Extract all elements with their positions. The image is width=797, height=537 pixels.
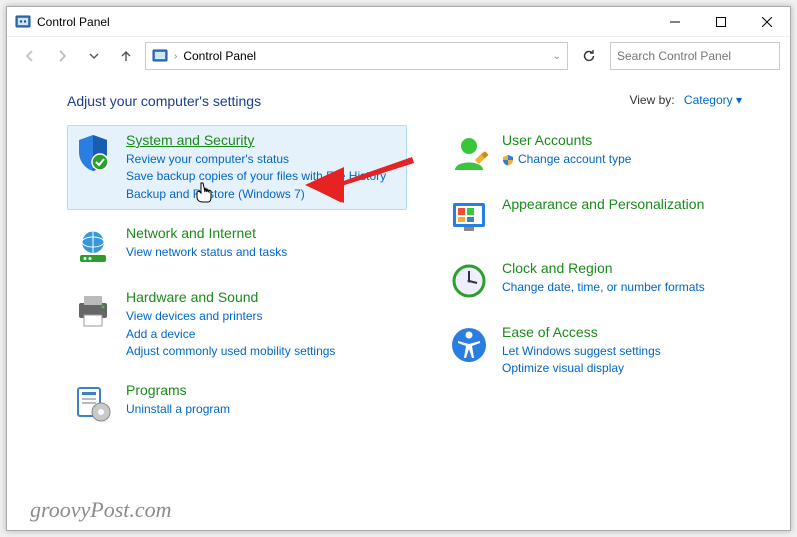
category-title[interactable]: Clock and Region xyxy=(502,260,613,276)
task-link[interactable]: View network status and tasks xyxy=(126,244,400,261)
task-link[interactable]: Change date, time, or number formats xyxy=(502,279,716,296)
task-link[interactable]: Adjust commonly used mobility settings xyxy=(126,343,400,360)
category-column-left: System and Security Review your computer… xyxy=(67,125,407,431)
view-by-control: View by: Category ▾ xyxy=(629,93,742,107)
task-link[interactable]: Add a device xyxy=(126,326,400,343)
category-user-accounts[interactable]: User Accounts Change account type xyxy=(443,125,723,181)
view-by-dropdown[interactable]: Category ▾ xyxy=(684,93,742,107)
forward-button[interactable] xyxy=(49,43,75,69)
printer-icon xyxy=(72,289,114,331)
category-ease-of-access[interactable]: Ease of Access Let Windows suggest setti… xyxy=(443,317,723,385)
arrow-left-icon xyxy=(22,48,38,64)
category-title[interactable]: User Accounts xyxy=(502,132,592,148)
clock-icon xyxy=(448,260,490,302)
control-panel-icon xyxy=(15,14,31,30)
chevron-down-icon[interactable]: ⌄ xyxy=(553,51,561,62)
maximize-icon xyxy=(716,17,726,27)
chevron-down-icon: ▾ xyxy=(736,93,742,107)
category-title[interactable]: Appearance and Personalization xyxy=(502,196,704,212)
chevron-down-icon xyxy=(89,51,99,61)
address-text: Control Panel xyxy=(183,49,546,63)
recent-locations-button[interactable] xyxy=(81,43,107,69)
task-link[interactable]: View devices and printers xyxy=(126,308,400,325)
network-icon xyxy=(72,225,114,267)
category-programs[interactable]: Programs Uninstall a program xyxy=(67,375,407,431)
task-link[interactable]: Uninstall a program xyxy=(126,401,400,418)
arrow-up-icon xyxy=(118,48,134,64)
uac-shield-icon xyxy=(502,154,514,166)
minimize-icon xyxy=(670,17,680,27)
category-hardware-sound[interactable]: Hardware and Sound View devices and prin… xyxy=(67,282,407,367)
category-appearance[interactable]: Appearance and Personalization xyxy=(443,189,723,245)
task-link[interactable]: Let Windows suggest settings xyxy=(502,343,716,360)
task-link[interactable]: Optimize visual display xyxy=(502,360,716,377)
refresh-button[interactable] xyxy=(574,42,604,70)
maximize-button[interactable] xyxy=(698,7,744,37)
window-title: Control Panel xyxy=(37,15,110,29)
category-title[interactable]: Hardware and Sound xyxy=(126,289,258,305)
arrow-right-icon xyxy=(54,48,70,64)
window-frame: Control Panel › Control P xyxy=(6,6,791,531)
close-icon xyxy=(762,17,772,27)
titlebar: Control Panel xyxy=(7,7,790,37)
chevron-right-icon: › xyxy=(174,51,177,62)
back-button[interactable] xyxy=(17,43,43,69)
user-icon xyxy=(448,132,490,174)
refresh-icon xyxy=(581,48,597,64)
category-column-right: User Accounts Change account type xyxy=(443,125,723,431)
task-link[interactable]: Review your computer's status xyxy=(126,151,400,168)
content-area: Adjust your computer's settings View by:… xyxy=(7,75,790,441)
shield-icon xyxy=(72,132,114,174)
category-grid: System and Security Review your computer… xyxy=(67,125,750,431)
category-title[interactable]: Programs xyxy=(126,382,187,398)
task-link[interactable]: Backup and Restore (Windows 7) xyxy=(126,186,400,203)
accessibility-icon xyxy=(448,324,490,366)
category-title[interactable]: System and Security xyxy=(126,132,254,148)
category-network-internet[interactable]: Network and Internet View network status… xyxy=(67,218,407,274)
task-link[interactable]: Change account type xyxy=(502,151,631,168)
address-bar[interactable]: › Control Panel ⌄ xyxy=(145,42,568,70)
view-by-value: Category xyxy=(684,93,733,107)
category-system-security[interactable]: System and Security Review your computer… xyxy=(67,125,407,210)
minimize-button[interactable] xyxy=(652,7,698,37)
category-title[interactable]: Network and Internet xyxy=(126,225,256,241)
task-link[interactable]: Save backup copies of your files with Fi… xyxy=(126,168,400,185)
close-button[interactable] xyxy=(744,7,790,37)
watermark: groovyPost.com xyxy=(30,497,172,523)
search-input[interactable] xyxy=(617,49,772,63)
control-panel-icon xyxy=(152,48,168,64)
view-by-label: View by: xyxy=(629,93,674,107)
appearance-icon xyxy=(448,196,490,238)
up-button[interactable] xyxy=(113,43,139,69)
category-title[interactable]: Ease of Access xyxy=(502,324,598,340)
category-clock-region[interactable]: Clock and Region Change date, time, or n… xyxy=(443,253,723,309)
search-box[interactable] xyxy=(610,42,780,70)
programs-icon xyxy=(72,382,114,424)
navigation-bar: › Control Panel ⌄ xyxy=(7,37,790,75)
